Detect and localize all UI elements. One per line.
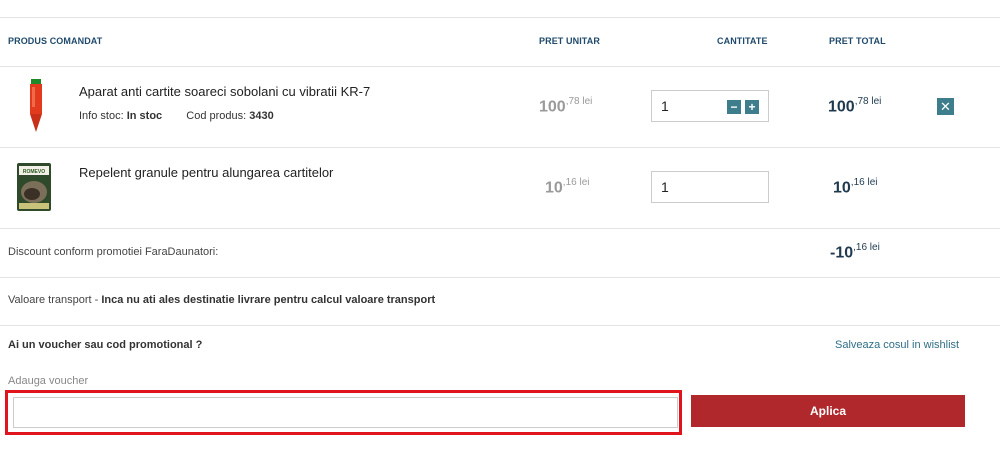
stock-info: Info stoc: In stoc Cod produs: 3430 [79, 110, 274, 122]
voucher-field-label: Adauga voucher [8, 375, 89, 387]
code-label: Cod produs: [186, 110, 247, 122]
close-icon: ✕ [940, 99, 951, 114]
divider [0, 66, 1000, 67]
save-cart-wishlist-link[interactable]: Salveaza cosul in wishlist [835, 339, 959, 351]
transport-row: Valoare transport - Inca nu ati ales des… [8, 294, 436, 306]
minus-icon[interactable]: − [727, 100, 741, 114]
divider [0, 17, 1000, 18]
discount-value: -10,16 lei [830, 242, 880, 262]
total-price-dec: ,78 lei [854, 96, 882, 107]
voucher-highlight [5, 390, 682, 435]
product-name-link[interactable]: Aparat anti cartite soareci sobolani cu … [79, 84, 370, 99]
total-price-dec: ,16 lei [850, 177, 878, 188]
stock-label: Info stoc: [79, 110, 124, 122]
discount-int: -10 [830, 244, 854, 262]
code-value: 3430 [249, 110, 274, 122]
quantity-field[interactable]: 1 [651, 171, 769, 203]
unit-price: 100,78 lei [539, 96, 593, 116]
unit-price-dec: ,78 lei [565, 96, 593, 107]
total-price: 100,78 lei [828, 96, 882, 116]
total-price-int: 10 [833, 179, 851, 197]
discount-dec: ,16 lei [853, 242, 880, 253]
quantity-stepper[interactable]: 1 − + [651, 90, 769, 122]
unit-price-dec: ,16 lei [562, 177, 590, 188]
apply-voucher-button[interactable]: Aplica [691, 395, 965, 427]
column-header-unit-price: PRET UNITAR [539, 36, 600, 46]
divider [0, 325, 1000, 326]
product-name-link[interactable]: Repelent granule pentru alungarea cartit… [79, 165, 333, 180]
svg-text:ROMEVO: ROMEVO [23, 169, 45, 175]
divider [0, 228, 1000, 229]
divider [0, 277, 1000, 278]
divider [0, 147, 1000, 148]
column-header-product: PRODUS COMANDAT [8, 36, 103, 46]
red-stake-device-image [30, 79, 42, 132]
column-header-quantity: CANTITATE [717, 36, 768, 46]
granule-pack-image: ROMEVO [17, 163, 51, 211]
stock-value: In stoc [126, 110, 163, 122]
voucher-question: Ai un voucher sau cod promotional ? [8, 339, 203, 351]
remove-item-button[interactable]: ✕ [937, 98, 954, 115]
transport-label: Valoare transport [8, 294, 92, 306]
plus-icon[interactable]: + [745, 100, 759, 114]
unit-price: 10,16 lei [545, 177, 590, 197]
voucher-input[interactable] [13, 397, 678, 428]
column-header-total-price: PRET TOTAL [829, 36, 886, 46]
quantity-value[interactable]: 1 [661, 98, 669, 114]
discount-label: Discount conform promotiei FaraDaunatori… [8, 246, 219, 258]
unit-price-int: 10 [545, 179, 563, 197]
product-image[interactable] [26, 79, 46, 133]
total-price: 10,16 lei [833, 177, 878, 197]
product-image[interactable]: ROMEVO [16, 162, 52, 212]
transport-note: Inca nu ati ales destinatie livrare pent… [101, 294, 436, 306]
total-price-int: 100 [828, 98, 855, 116]
unit-price-int: 100 [539, 98, 566, 116]
quantity-value[interactable]: 1 [661, 179, 669, 195]
